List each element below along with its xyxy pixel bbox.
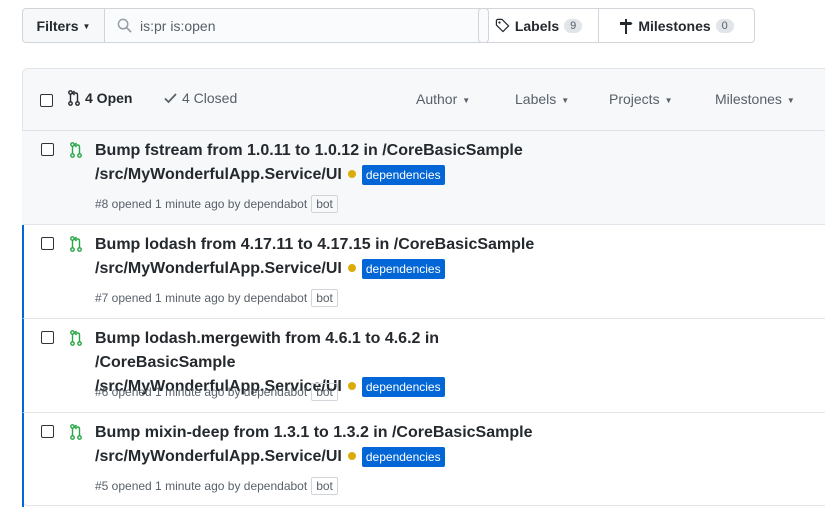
select-all-checkbox[interactable]: [40, 94, 53, 107]
check-icon: [164, 93, 177, 104]
title-line-1: Bump lodash.mergewith from 4.6.1 to 4.6.…: [95, 330, 440, 371]
caret-down-icon: ▼: [786, 95, 795, 105]
bot-badge: bot: [311, 195, 338, 213]
caret-down-icon: ▼: [82, 22, 91, 31]
milestone-icon: [620, 18, 633, 34]
milestones-button-label: Milestones: [638, 17, 711, 34]
pull-request-title[interactable]: Bump mixin-deep from 1.3.1 to 1.3.2 in /…: [95, 421, 575, 469]
filters-button[interactable]: Filters ▼: [22, 8, 105, 43]
meta-text: #6 opened 1 minute ago by dependabot: [95, 385, 308, 399]
search-icon: [117, 18, 132, 33]
title-line-1: Bump fstream from 1.0.11 to 1.0.12 in /C…: [95, 142, 523, 159]
filters-label: Filters: [36, 17, 79, 34]
milestones-menu-label: Milestones: [715, 91, 782, 107]
row-checkbox[interactable]: [41, 331, 54, 344]
pull-request-row[interactable]: Bump lodash.mergewith from 4.6.1 to 4.6.…: [22, 319, 825, 413]
pending-status-icon[interactable]: [347, 452, 356, 461]
projects-filter-menu[interactable]: Projects ▼: [609, 91, 673, 107]
pending-status-icon[interactable]: [347, 264, 356, 273]
pull-request-title[interactable]: Bump fstream from 1.0.11 to 1.0.12 in /C…: [95, 139, 575, 187]
tag-icon: [495, 18, 510, 33]
label-chip[interactable]: dependencies: [361, 446, 445, 467]
row-checkbox[interactable]: [41, 237, 54, 250]
author-filter-menu[interactable]: Author ▼: [416, 91, 470, 107]
title-line-2: /src/MyWonderfulApp.Service/UI: [95, 166, 342, 183]
search-input[interactable]: [140, 17, 460, 34]
title-line-2: /src/MyWonderfulApp.Service/UI: [95, 260, 342, 277]
meta-text: #8 opened 1 minute ago by dependabot: [95, 197, 308, 211]
git-pull-request-icon: [70, 424, 82, 440]
list-header: 4 Open 4 Closed Author ▼ Labels ▼ Projec…: [23, 69, 825, 131]
milestones-button[interactable]: Milestones 0: [599, 9, 754, 42]
projects-menu-label: Projects: [609, 91, 660, 107]
labels-button-label: Labels: [514, 17, 560, 34]
search-field[interactable]: [104, 8, 489, 43]
meta-text: #7 opened 1 minute ago by dependabot: [95, 291, 308, 305]
bot-badge: bot: [311, 289, 338, 307]
pull-request-title[interactable]: Bump lodash from 4.17.11 to 4.17.15 in /…: [95, 233, 575, 281]
pull-request-meta: #6 opened 1 minute ago by dependabot bot: [95, 383, 338, 401]
labels-count: 9: [564, 18, 583, 33]
author-menu-label: Author: [416, 91, 458, 107]
labels-milestones-nav: Labels 9 Milestones 0: [478, 8, 755, 43]
caret-down-icon: ▼: [462, 95, 471, 105]
pull-request-meta: #8 opened 1 minute ago by dependabot bot: [95, 195, 338, 213]
label-chip[interactable]: dependencies: [361, 164, 445, 185]
row-checkbox[interactable]: [41, 143, 54, 156]
git-pull-request-icon: [68, 90, 80, 106]
milestones-filter-menu[interactable]: Milestones ▼: [715, 91, 795, 107]
pull-request-row[interactable]: Bump mixin-deep from 1.3.1 to 1.3.2 in /…: [22, 413, 825, 507]
pending-status-icon[interactable]: [347, 170, 356, 179]
closed-filter[interactable]: 4 Closed: [164, 90, 237, 106]
bot-badge: bot: [311, 477, 338, 495]
label-chip[interactable]: dependencies: [361, 376, 445, 397]
pull-request-row[interactable]: Bump lodash from 4.17.11 to 4.17.15 in /…: [22, 225, 825, 319]
pull-request-list: 4 Open 4 Closed Author ▼ Labels ▼ Projec…: [22, 68, 825, 507]
git-pull-request-icon: [70, 330, 82, 346]
title-line-1: Bump lodash from 4.17.11 to 4.17.15 in /…: [95, 236, 535, 253]
pull-request-meta: #7 opened 1 minute ago by dependabot bot: [95, 289, 338, 307]
git-pull-request-icon: [70, 142, 82, 158]
labels-button[interactable]: Labels 9: [479, 9, 599, 42]
bot-badge: bot: [311, 383, 338, 401]
labels-filter-menu[interactable]: Labels ▼: [515, 91, 569, 107]
pull-request-row[interactable]: Bump fstream from 1.0.11 to 1.0.12 in /C…: [22, 131, 825, 225]
caret-down-icon: ▼: [561, 95, 570, 105]
closed-count-label: 4 Closed: [182, 90, 238, 106]
caret-down-icon: ▼: [664, 95, 673, 105]
git-pull-request-icon: [70, 236, 82, 252]
open-filter[interactable]: 4 Open: [68, 90, 132, 106]
open-count-label: 4 Open: [85, 90, 133, 106]
label-chip[interactable]: dependencies: [361, 258, 445, 279]
milestones-count: 0: [715, 18, 734, 33]
pending-status-icon[interactable]: [347, 382, 356, 391]
title-line-2: /src/MyWonderfulApp.Service/UI: [95, 448, 342, 465]
title-line-1: Bump mixin-deep from 1.3.1 to 1.3.2 in /…: [95, 424, 533, 441]
pull-request-meta: #5 opened 1 minute ago by dependabot bot: [95, 477, 338, 495]
row-checkbox[interactable]: [41, 425, 54, 438]
meta-text: #5 opened 1 minute ago by dependabot: [95, 479, 308, 493]
labels-menu-label: Labels: [515, 91, 557, 107]
